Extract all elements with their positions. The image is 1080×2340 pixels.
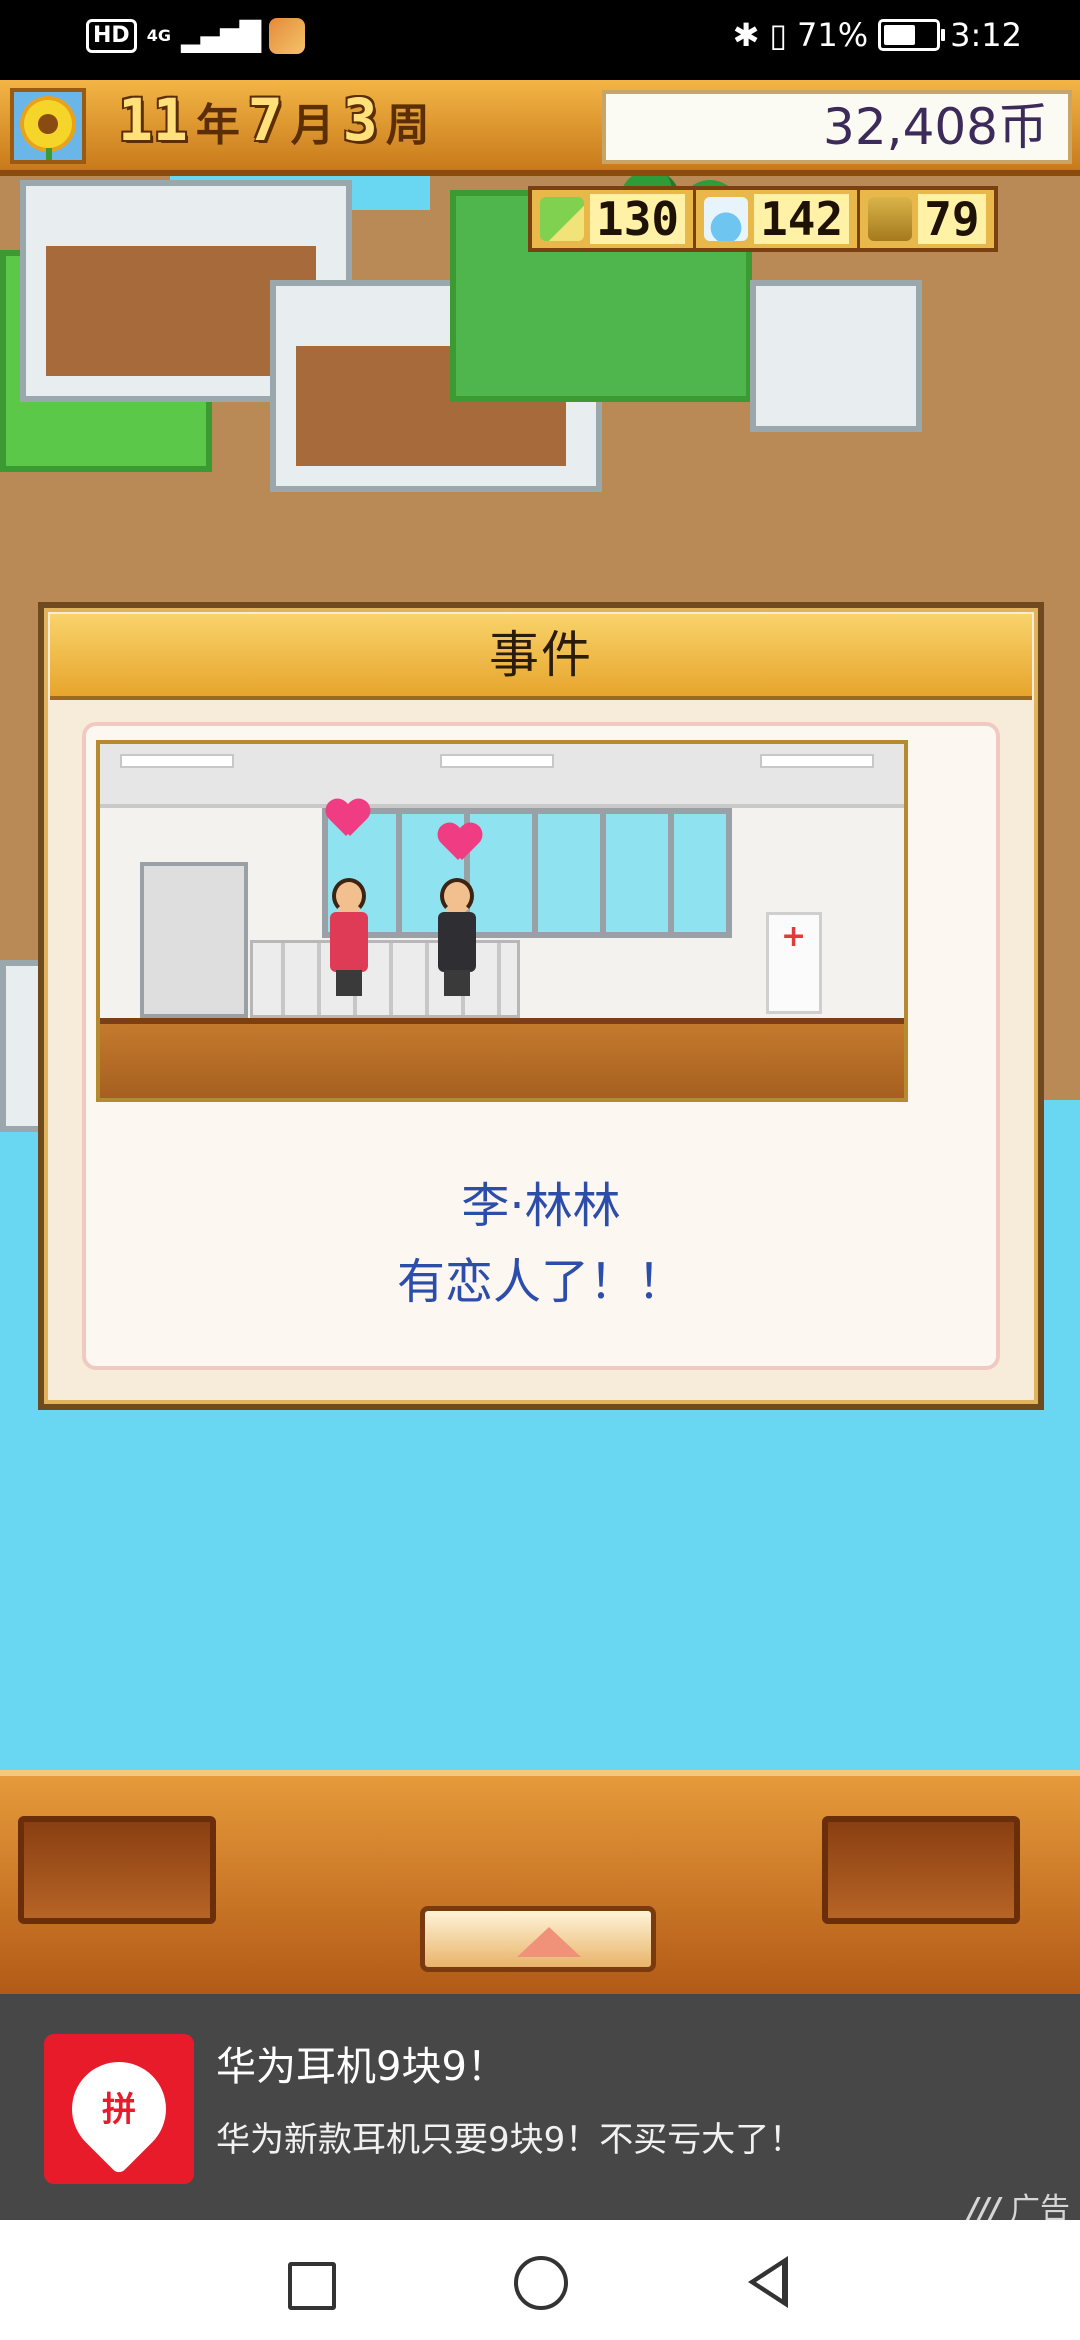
recents-button[interactable] [288,2262,336,2310]
ad-description[interactable]: 华为新款耳机只要9块9！不买亏大了！ [216,2112,803,2161]
game-bottom-bar [0,1770,1080,1994]
game-date: 11 年 7 月 3 周 [118,86,430,154]
date-month: 7 [247,86,283,154]
ad-app-logo[interactable]: 拼 [44,2034,194,2184]
event-message: 有恋人了！！ [396,1254,685,1310]
stat-research: 142 [696,190,861,248]
network-indicator: 4G [146,26,171,45]
battery-icon [878,19,946,51]
heart-icon [326,800,370,840]
stat-trophy: 79 [860,190,993,248]
date-week-unit: 周 [385,100,430,151]
right-menu-button[interactable] [822,1816,1020,1924]
ad-title[interactable]: 华为耳机9块9！ [216,2034,507,2092]
date-year: 11 [118,86,188,154]
left-menu-button[interactable] [18,1816,216,1924]
stat-research-value: 142 [754,194,850,244]
back-button[interactable] [748,2256,788,2308]
event-scene-image [96,740,908,1102]
status-bar: HD 4G ▂▄▆█ ✱ ▯ 71% 3:12 [0,0,1080,80]
stat-study-value: 130 [590,194,686,244]
student-girl [324,878,374,998]
bluetooth-icon: ✱ [732,16,760,54]
battery-percent: 71% [797,16,869,54]
vibrate-icon: ▯ [769,16,788,54]
system-nav-bar [0,2220,1080,2340]
stat-trophy-value: 79 [918,194,986,244]
pencil-icon [540,197,584,241]
app-notification-icon [269,18,306,54]
game-top-bar: 11 年 7 月 3 周 32,408币 [0,80,1080,176]
heart-icon [438,824,482,864]
first-aid-box [766,912,822,1014]
trophy-icon [868,197,913,241]
date-week: 3 [342,86,378,154]
hd-badge: HD [86,19,137,53]
date-month-unit: 月 [290,100,335,151]
student-boy [432,878,482,998]
stats-bar: 130 142 79 [528,186,998,252]
battery-fill [884,25,916,45]
expand-menu-button[interactable] [420,1906,656,1972]
arrow-up-icon [517,1927,581,1957]
signal-icon: ▂▄▆█ [180,19,261,53]
ad-logo-glyph: 拼 [102,2090,136,2130]
money-value: 32,408币 [823,98,1048,156]
home-button[interactable] [514,2256,568,2310]
date-year-unit: 年 [195,100,240,151]
flask-icon [704,197,749,241]
stat-study: 130 [532,190,697,248]
ad-banner[interactable]: 拼 华为耳机9块9！ 华为新款耳机只要9块9！不买亏大了！ /// 广告 [0,1994,1080,2227]
sunflower-icon[interactable] [10,88,86,164]
money-display: 32,408币 [602,90,1072,164]
clock: 3:12 [950,16,1022,54]
event-title-bar: 事件 [50,614,1032,700]
nurse-room[interactable] [750,280,922,432]
event-title: 事件 [489,626,593,684]
event-student-name: 李·林林 [461,1178,621,1234]
